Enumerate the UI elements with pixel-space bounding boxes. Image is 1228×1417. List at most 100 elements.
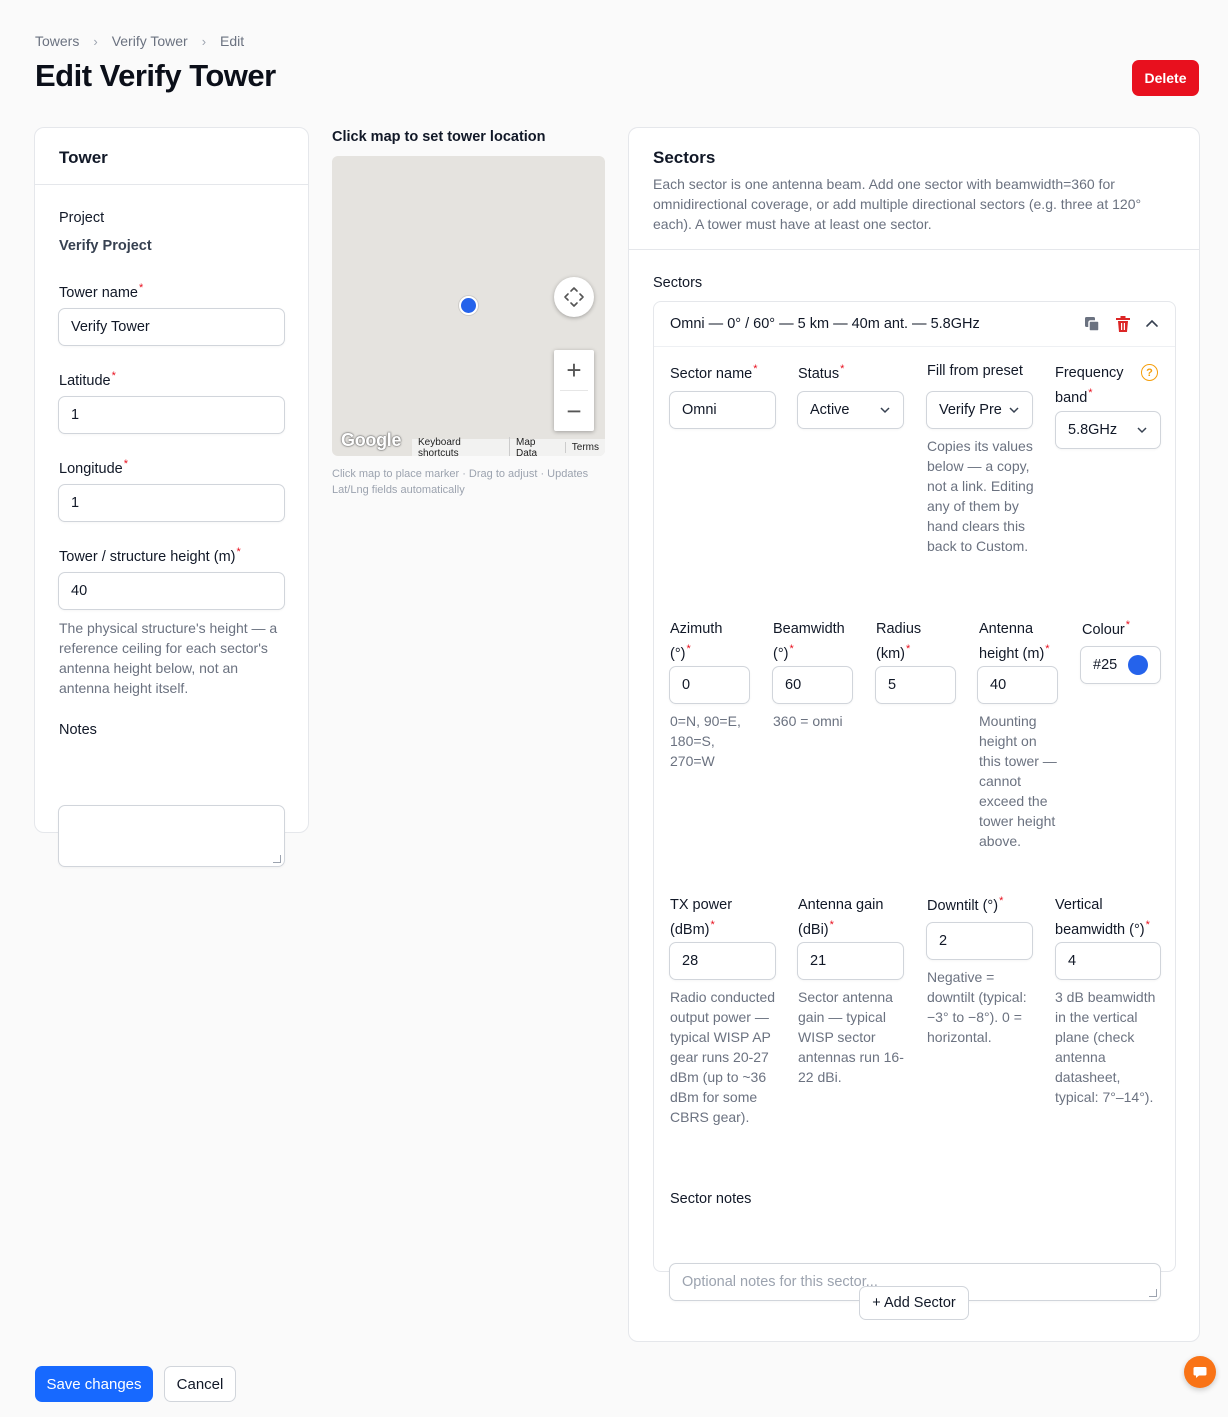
preset-value: Verify Pre: [939, 402, 1002, 418]
sector-name-input[interactable]: Omni: [669, 391, 776, 429]
notes-label: Notes: [59, 722, 97, 738]
zoom-out-button[interactable]: −: [554, 391, 594, 431]
project-label: Project: [59, 210, 105, 226]
tower-height-help: The physical structure's height — a refe…: [59, 620, 278, 696]
keyboard-shortcuts-link[interactable]: Keyboard shortcuts: [412, 437, 509, 457]
radius-label: Radius (km)*: [876, 621, 922, 662]
sectors-list-label: Sectors: [653, 275, 703, 291]
chat-bubble-button[interactable]: [1184, 1356, 1216, 1388]
sector-item: Omni — 0° / 60° — 5 km — 40m ant. — 5.8G…: [653, 301, 1176, 1301]
latitude-label: Latitude*: [59, 370, 116, 389]
tower-marker[interactable]: [459, 296, 478, 315]
antenna-gain-label: Antenna gain (dBi)*: [798, 897, 884, 938]
status-label: Status*: [798, 363, 845, 382]
longitude-input[interactable]: 1: [58, 484, 285, 522]
sector-notes-label: Sector notes: [670, 1191, 752, 1207]
vertical-beamwidth-input[interactable]: 4: [1055, 942, 1161, 980]
latitude-input[interactable]: 1: [58, 396, 285, 434]
sector-summary-row[interactable]: Omni — 0° / 60° — 5 km — 40m ant. — 5.8G…: [654, 302, 1175, 347]
antenna-height-label: Antenna height (m)*: [979, 621, 1050, 662]
tower-name-label: Tower name*: [59, 282, 144, 301]
preset-help: Copies its values below — a copy, not a …: [927, 438, 1034, 554]
tower-name-input[interactable]: Verify Tower: [58, 308, 285, 346]
azimuth-help: 0=N, 90=E, 180=S, 270=W: [670, 713, 741, 769]
sector-actions: [1083, 315, 1159, 333]
antenna-height-help: Mounting height on this tower — cannot e…: [979, 713, 1057, 849]
project-value: Verify Project: [59, 238, 152, 254]
help-circle-icon[interactable]: ?: [1141, 364, 1158, 381]
map-help-text: Click map to place marker · Drag to adju…: [332, 468, 589, 496]
arrows-move-icon: [564, 287, 584, 307]
radius-input[interactable]: 5: [875, 666, 956, 704]
beamwidth-input[interactable]: 60: [772, 666, 853, 704]
preset-label: Fill from preset: [927, 363, 1023, 379]
frequency-label: Frequency band*: [1055, 365, 1124, 406]
status-value: Active: [810, 402, 850, 418]
chevron-up-icon[interactable]: [1145, 317, 1159, 331]
beamwidth-help: 360 = omni: [773, 713, 843, 729]
tx-power-input[interactable]: 28: [669, 942, 776, 980]
colour-input[interactable]: #25: [1080, 646, 1161, 684]
sector-name-label: Sector name*: [670, 363, 758, 382]
chevron-right-icon: ›: [93, 33, 98, 49]
breadcrumb-towers-link[interactable]: Towers: [35, 33, 79, 49]
sector-notes-placeholder: Optional notes for this sector...: [682, 1274, 878, 1290]
delete-button[interactable]: Delete: [1132, 60, 1199, 96]
chevron-down-icon: [880, 407, 890, 414]
tx-power-help: Radio conducted output power — typical W…: [670, 989, 776, 1125]
map-data-link[interactable]: Map Data: [509, 436, 565, 456]
antenna-gain-input[interactable]: 21: [797, 942, 904, 980]
downtilt-label: Downtilt (°)*: [927, 895, 1004, 914]
cancel-button[interactable]: Cancel: [164, 1366, 236, 1402]
longitude-label: Longitude*: [59, 458, 128, 477]
chevron-down-icon: [1137, 427, 1147, 434]
colour-swatch[interactable]: [1128, 655, 1148, 675]
downtilt-input[interactable]: 2: [926, 922, 1033, 960]
sectors-card: Sectors Each sector is one antenna beam.…: [628, 127, 1200, 1342]
duplicate-icon[interactable]: [1083, 315, 1101, 333]
save-changes-button[interactable]: Save changes: [35, 1366, 153, 1402]
downtilt-help: Negative = downtilt (typical: −3° to −8°…: [927, 969, 1027, 1045]
tower-height-input[interactable]: 40: [58, 572, 285, 610]
chevron-right-icon: ›: [201, 33, 207, 49]
resize-handle-icon[interactable]: [1149, 1289, 1157, 1297]
beamwidth-label: Beamwidth (°)*: [773, 621, 845, 662]
colour-label: Colour*: [1082, 619, 1130, 638]
breadcrumb-tower-link[interactable]: Verify Tower: [112, 33, 188, 49]
terms-link[interactable]: Terms: [564, 442, 605, 453]
sectors-heading: Sectors: [653, 148, 716, 167]
tower-card-heading: Tower: [35, 128, 308, 185]
chat-icon: [1193, 1367, 1207, 1378]
resize-handle-icon[interactable]: [273, 855, 281, 863]
zoom-control: + −: [554, 350, 594, 431]
tower-card: Tower Project Verify Project Tower name*…: [34, 127, 309, 867]
map-canvas[interactable]: + − Google Keyboard shortcuts Map Data T…: [332, 156, 605, 456]
preset-select[interactable]: Verify Pre: [926, 391, 1033, 429]
breadcrumb: Towers › Verify Tower › Edit: [35, 33, 244, 49]
antenna-gain-help: Sector antenna gain — typical WISP secto…: [798, 989, 904, 1085]
map-footer: Keyboard shortcuts Map Data Terms: [412, 436, 605, 457]
chevron-down-icon: [1009, 407, 1019, 414]
zoom-in-button[interactable]: +: [554, 350, 594, 390]
add-sector-button[interactable]: + Add Sector: [859, 1286, 969, 1320]
frequency-select[interactable]: 5.8GHz: [1055, 411, 1161, 449]
notes-textarea[interactable]: [58, 805, 285, 867]
trash-icon[interactable]: [1115, 315, 1131, 333]
map-label: Click map to set tower location: [332, 129, 546, 145]
page-title: Edit Verify Tower: [35, 58, 276, 93]
breadcrumb-current: Edit: [220, 33, 245, 49]
frequency-value: 5.8GHz: [1068, 422, 1118, 438]
colour-value: #25: [1093, 657, 1118, 673]
tx-power-label: TX power (dBm)*: [670, 897, 733, 938]
google-logo: Google: [341, 430, 402, 450]
azimuth-label: Azimuth (°)*: [670, 621, 723, 662]
map-pan-control-icon[interactable]: [554, 277, 594, 317]
sector-summary: Omni — 0° / 60° — 5 km — 40m ant. — 5.8G…: [670, 316, 980, 332]
vertical-beamwidth-label: Vertical beamwidth (°)*: [1055, 897, 1150, 938]
status-select[interactable]: Active: [797, 391, 904, 429]
tower-height-label: Tower / structure height (m)*: [59, 546, 241, 565]
sectors-header: Sectors Each sector is one antenna beam.…: [629, 128, 1199, 250]
antenna-height-input[interactable]: 40: [977, 666, 1058, 704]
vertical-beamwidth-help: 3 dB beamwidth in the vertical plane (ch…: [1055, 989, 1156, 1105]
azimuth-input[interactable]: 0: [669, 666, 750, 704]
